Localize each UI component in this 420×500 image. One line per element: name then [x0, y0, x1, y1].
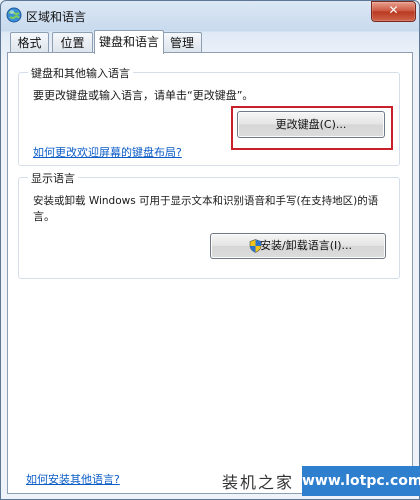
- tab-label: 位置: [60, 36, 85, 50]
- display-language-description-line2: 言。: [33, 210, 55, 223]
- display-language-group-title: 显示语言: [28, 170, 78, 186]
- globe-icon: [6, 7, 22, 23]
- tab-location[interactable]: 位置: [52, 32, 93, 53]
- tab-administrative[interactable]: 管理: [162, 32, 202, 53]
- close-button[interactable]: ✕: [371, 1, 416, 22]
- highlight-box: [231, 106, 393, 150]
- tab-label: 格式: [17, 36, 42, 50]
- close-icon: ✕: [388, 3, 399, 17]
- shield-icon: [249, 239, 262, 253]
- install-uninstall-languages-button[interactable]: 安装/卸载语言(I)...: [210, 233, 386, 259]
- install-other-languages-link[interactable]: 如何安装其他语言?: [26, 471, 120, 487]
- tab-keyboard-and-languages[interactable]: 键盘和语言: [94, 30, 164, 54]
- keyboard-group-description: 要更改键盘或输入语言，请单击“更改键盘”。: [33, 89, 254, 102]
- tab-label: 键盘和语言: [98, 35, 159, 49]
- watermark-url: www.lotpc.com: [302, 466, 420, 496]
- keyboard-group-title: 键盘和其他输入语言: [28, 65, 133, 81]
- tab-format[interactable]: 格式: [10, 32, 49, 53]
- title-bar[interactable]: 区域和语言 ✕: [0, 0, 420, 30]
- tab-label: 管理: [169, 36, 194, 50]
- watermark-text: 装机之家: [222, 473, 295, 492]
- welcome-screen-keyboard-link[interactable]: 如何更改欢迎屏幕的键盘布局?: [33, 144, 182, 160]
- display-language-description-line1: 安装或卸载 Windows 可用于显示文本和识别语音和手写(在支持地区)的语: [33, 195, 379, 207]
- window-title: 区域和语言: [26, 10, 87, 24]
